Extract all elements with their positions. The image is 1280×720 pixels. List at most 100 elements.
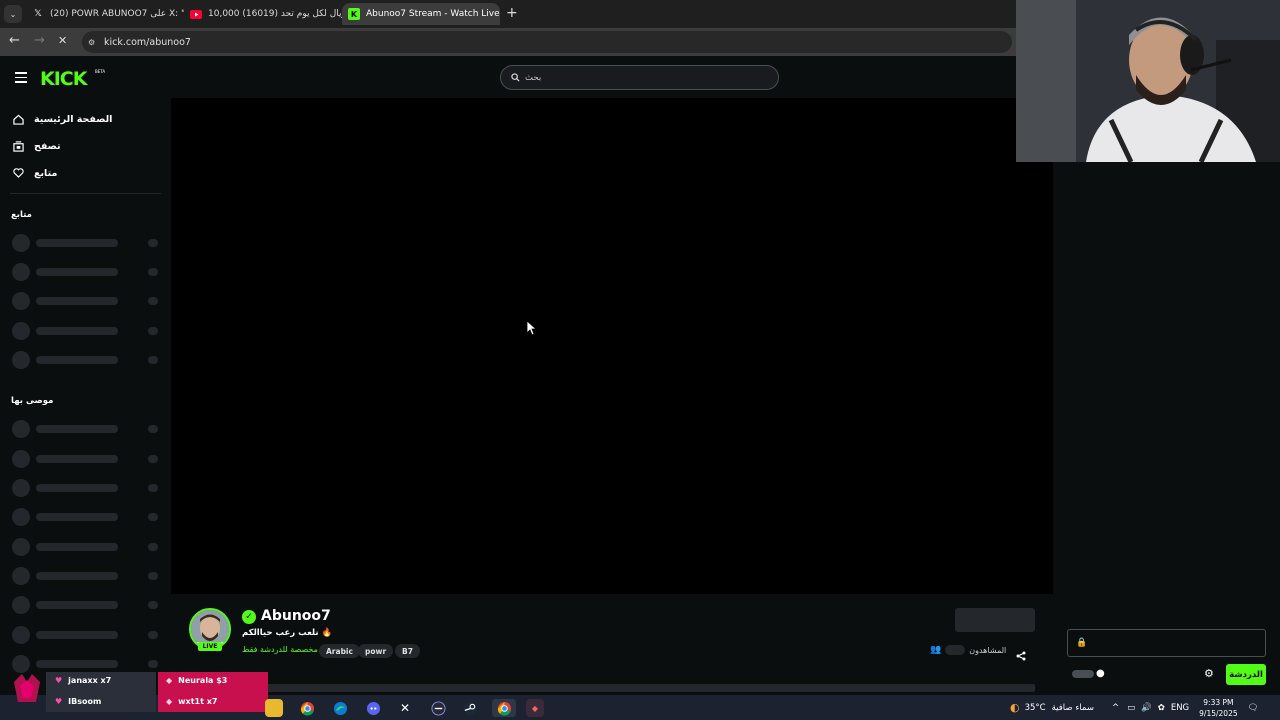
following-section-header: متابع	[11, 210, 32, 220]
back-arrow-icon[interactable]: ←	[9, 33, 20, 48]
menu-hamburger-icon[interactable]	[15, 72, 27, 83]
url-bar[interactable]: ⚙ kick.com/abunoo7	[82, 31, 1012, 53]
browse-icon	[12, 140, 24, 152]
notification-icon[interactable]: 🗨	[1248, 703, 1259, 713]
progress-divider	[190, 684, 1035, 692]
volume-icon[interactable]: 🔊	[1141, 703, 1152, 713]
tag-arabic[interactable]: Arabic	[319, 644, 360, 658]
donation-text: janaxx x7	[68, 676, 112, 685]
chat-pane	[1054, 162, 1280, 687]
kick-logo[interactable]: KICK	[40, 68, 87, 90]
temperature: 35°C	[1024, 702, 1046, 713]
sidebar-divider	[10, 193, 161, 194]
diamond-icon: ◆	[166, 697, 173, 706]
clock-time: 9:33 PM	[1203, 697, 1234, 707]
donation-overlay	[8, 670, 270, 712]
channel-skeleton	[12, 479, 160, 497]
viewers-label: المشاهدون	[969, 645, 1007, 655]
forward-arrow-icon[interactable]: →	[34, 33, 45, 48]
donation-text: wxt1t x7	[178, 697, 218, 706]
channel-skeleton	[12, 234, 160, 252]
kick-logo-icon: K	[348, 8, 360, 20]
donation-item: ♥ janaxx x7	[55, 676, 111, 685]
app-tray-icon[interactable]: ✿	[1158, 703, 1165, 713]
share-icon[interactable]	[1016, 646, 1026, 665]
site-info-icon[interactable]: ⚙	[88, 38, 95, 47]
sidebar-item-browse[interactable]: تصفح	[12, 137, 61, 155]
sidebar-item-label: الصفحة الرئيسية	[34, 113, 113, 125]
game-app-icon[interactable]: ◆	[526, 699, 544, 717]
url-text: kick.com/abunoo7	[104, 36, 191, 48]
tag-b7[interactable]: B7	[395, 644, 420, 658]
viewers-count-placeholder	[945, 645, 966, 655]
tab-kick[interactable]: K Abunoo7 Stream - Watch Live o ✕	[342, 3, 500, 25]
gear-icon[interactable]: ⚙	[1204, 667, 1214, 680]
sidebar-item-label: تصفح	[34, 140, 61, 152]
language-indicator[interactable]: ENG	[1171, 703, 1189, 713]
heart-icon: ♥	[55, 697, 63, 706]
chrome-active-icon[interactable]	[492, 699, 516, 717]
channel-skeleton	[12, 596, 160, 614]
channel-skeleton	[12, 263, 160, 281]
clock-date: 9/15/2025	[1199, 708, 1238, 718]
channel-skeleton	[12, 322, 160, 340]
weather-icon: ◐	[1010, 701, 1020, 714]
chat-input[interactable]: 🔒	[1067, 629, 1266, 657]
tray-chevron-up-icon[interactable]: ^	[1112, 703, 1119, 713]
channel-skeleton	[12, 655, 160, 673]
home-icon	[12, 113, 24, 125]
viewers-count: 👥 المشاهدون	[930, 645, 1006, 655]
tab-search-button[interactable]: ⌄	[4, 5, 22, 23]
channel-skeleton	[12, 292, 160, 310]
sidebar-item-label: متابع	[34, 167, 58, 179]
tab-title: 10,000 (16019) ريال لكل يوم تحد	[208, 9, 342, 19]
app-icon[interactable]	[429, 699, 447, 717]
sidebar	[0, 98, 170, 678]
tag-powr[interactable]: powr	[358, 644, 394, 658]
follow-button-placeholder[interactable]	[955, 608, 1035, 632]
new-tab-button[interactable]: +	[506, 5, 518, 21]
network-icon[interactable]: ▭	[1127, 703, 1135, 713]
tab-x[interactable]: 𝕏 (20) POWR ABUNOO7 على X: " ✕	[26, 3, 184, 25]
sidebar-item-home[interactable]: الصفحة الرئيسية	[12, 110, 112, 128]
stream-category[interactable]: مخصصة للدردشة فقط	[242, 645, 318, 654]
overlay-logo-icon	[10, 672, 44, 706]
viewers-icon: 👥	[930, 645, 942, 655]
donation-text: IBsoom	[68, 697, 102, 706]
sidebar-item-following[interactable]: متابع	[12, 164, 57, 182]
steam-icon[interactable]	[461, 699, 479, 717]
emote-toggle[interactable]	[1072, 670, 1094, 678]
search-icon	[511, 73, 520, 82]
streamer-webcam-image	[1016, 0, 1280, 162]
search-placeholder: بحث	[525, 72, 542, 83]
mouse-cursor-icon	[526, 320, 538, 340]
channel-name[interactable]: Abunoo7	[261, 608, 331, 624]
donation-item: ◆ Neurala $3	[166, 676, 227, 685]
tab-youtube[interactable]: 10,000 (16019) ريال لكل يوم تحد ✕	[184, 3, 342, 25]
live-badge: LIVE	[198, 642, 222, 651]
weather-text: سماء صافية	[1051, 702, 1094, 713]
channel-skeleton	[12, 567, 160, 585]
search-input[interactable]: بحث	[500, 65, 779, 90]
channel-skeleton	[12, 420, 160, 438]
beta-label: BETA	[95, 69, 106, 74]
edge-icon[interactable]	[331, 699, 349, 717]
emote-icon[interactable]: ●	[1096, 668, 1105, 679]
chat-send-button[interactable]: الدردشة	[1226, 664, 1266, 685]
youtube-logo-icon	[190, 8, 202, 20]
file-explorer-icon[interactable]	[265, 699, 283, 717]
channel-skeleton	[12, 626, 160, 644]
clock[interactable]: 9:33 PM 9/15/2025	[1199, 697, 1237, 719]
capcut-icon[interactable]: ✕	[396, 699, 414, 717]
stop-loading-icon[interactable]: ✕	[58, 34, 67, 47]
donation-item: ◆ wxt1t x7	[166, 697, 217, 706]
channel-skeleton	[12, 351, 160, 369]
chrome-icon[interactable]	[298, 699, 316, 717]
stream-title: نلعب رعب حياالكم 🔥	[242, 628, 333, 638]
system-tray: ◐ 35°C سماء صافية ^ ▭ 🔊 ✿ ENG 9:33 PM 9/…	[1010, 695, 1258, 720]
discord-icon[interactable]	[364, 699, 382, 717]
heart-icon: ♥	[55, 676, 63, 685]
tab-title: (20) POWR ABUNOO7 على X: "	[50, 9, 184, 19]
video-player[interactable]	[171, 98, 1053, 594]
channel-skeleton	[12, 508, 160, 526]
